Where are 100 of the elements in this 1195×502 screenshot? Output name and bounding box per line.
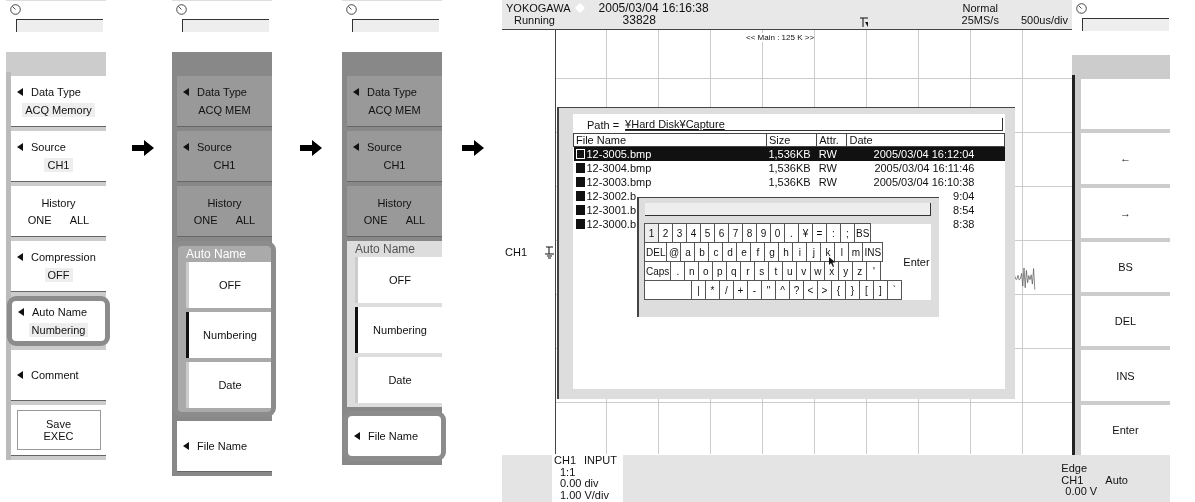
file-date: 8:38 bbox=[952, 217, 976, 231]
option-label: ONE bbox=[193, 213, 218, 226]
popup-option[interactable]: OFF bbox=[186, 262, 271, 308]
menu-item-label: File Name bbox=[197, 440, 248, 452]
popup-option[interactable]: Date bbox=[186, 362, 271, 408]
left-triangle-icon bbox=[18, 307, 24, 316]
file-row[interactable]: 12-3004.bmp 1,536KB RW 2005/03/04 16:11:46 bbox=[573, 161, 1005, 175]
acquisition-count: 33828 bbox=[621, 14, 657, 26]
popup-option[interactable]: Numbering bbox=[186, 312, 271, 358]
menu-item[interactable]: Source CH1 bbox=[11, 131, 106, 182]
menu-item[interactable]: Compression OFF bbox=[11, 241, 106, 292]
file-row[interactable]: 12-3003.bmp 1,536KB RW 2005/03/04 16:10:38 bbox=[573, 175, 1005, 189]
menu-item-label: Data Type bbox=[31, 85, 81, 98]
file-name: 12-3001.b bbox=[586, 203, 637, 217]
menu-item[interactable]: Auto Name Numbering bbox=[7, 296, 110, 346]
right-arrow-icon bbox=[462, 140, 484, 156]
file-row[interactable]: 12-3002.b 9:04 bbox=[573, 189, 1005, 203]
time-base: 500us/div bbox=[1020, 14, 1068, 27]
menu-item-label: File Name bbox=[368, 430, 419, 442]
menu-item-value: CH1 bbox=[44, 157, 73, 172]
channel-label: CH1 bbox=[505, 246, 527, 258]
option-label: ALL bbox=[235, 213, 256, 226]
menu-item[interactable]: File Name bbox=[177, 421, 272, 472]
left-triangle-icon bbox=[353, 142, 359, 151]
file-attribute: RW bbox=[817, 175, 838, 189]
menu-item-label: Compression bbox=[31, 250, 96, 263]
menu-item-label: Auto Name bbox=[32, 305, 88, 318]
sample-rate: 25MS/s bbox=[961, 14, 999, 26]
menu-item[interactable]: Comment bbox=[11, 350, 106, 401]
menu-item[interactable]: History ONE ALL bbox=[177, 186, 272, 237]
soft-key[interactable]: DEL bbox=[1081, 296, 1170, 347]
option-label: ONE bbox=[27, 213, 52, 226]
keyboard-key[interactable]: DEL bbox=[644, 242, 668, 262]
enter-key[interactable]: Enter bbox=[902, 224, 931, 300]
popup-option[interactable]: Numbering bbox=[355, 307, 442, 353]
right-arrow-icon bbox=[132, 140, 154, 156]
left-triangle-icon bbox=[183, 442, 189, 450]
option-label: ALL bbox=[69, 213, 90, 226]
file-row[interactable]: 12-3005.bmp 1,536KB RW 2005/03/04 16:12:04 bbox=[573, 146, 1005, 161]
menu-item[interactable]: Data Type ACQ Memory bbox=[11, 76, 106, 127]
keyboard-key[interactable]: INS bbox=[862, 242, 884, 262]
ground-marker-icon bbox=[545, 245, 555, 259]
menu-item[interactable]: Source CH1 bbox=[347, 131, 442, 182]
popup-title: Auto Name bbox=[355, 242, 416, 256]
left-triangle-icon bbox=[183, 87, 189, 96]
text-input-field[interactable] bbox=[645, 203, 931, 216]
pointer-icon bbox=[829, 257, 837, 267]
menu-item[interactable]: Source CH1 bbox=[177, 131, 272, 182]
path-value: ¥Hard Disk¥Capture bbox=[625, 118, 1003, 131]
soft-key[interactable]: INS bbox=[1081, 350, 1170, 401]
column-header: Size bbox=[766, 133, 817, 147]
knob-icon bbox=[1076, 3, 1087, 14]
option-label: ALL bbox=[405, 213, 426, 226]
left-triangle-icon bbox=[17, 142, 23, 151]
left-triangle-icon bbox=[183, 142, 189, 151]
right-arrow-icon bbox=[300, 140, 322, 156]
soft-key[interactable]: BS bbox=[1081, 241, 1170, 293]
menu-item[interactable]: Data Type ACQ MEM bbox=[177, 76, 272, 127]
menu-item[interactable]: Data Type ACQ MEM bbox=[347, 76, 442, 127]
menu-item-label: History bbox=[207, 196, 242, 209]
trigger-marker-icon bbox=[858, 16, 869, 28]
trigger-type: Edge bbox=[1061, 463, 1089, 475]
soft-key[interactable]: Enter bbox=[1081, 404, 1170, 455]
menu-item[interactable]: History ONE ALL bbox=[11, 186, 106, 237]
trigger-mode: Auto bbox=[1105, 474, 1128, 486]
channel-setting: 1.00 V/div bbox=[559, 489, 610, 501]
column-header: Date bbox=[846, 133, 1005, 147]
menu-item-label: History bbox=[377, 196, 412, 209]
left-triangle-icon bbox=[353, 87, 359, 96]
trigger-source: CH1 bbox=[1061, 474, 1084, 486]
knob-icon bbox=[346, 4, 357, 15]
keyboard-key[interactable]: BS bbox=[854, 223, 872, 243]
path-label: Path = bbox=[587, 119, 620, 131]
menu-item-label: Source bbox=[31, 140, 66, 153]
left-triangle-icon bbox=[354, 432, 360, 440]
channel-setting: 0.00 div bbox=[559, 478, 600, 490]
file-name: 12-3004.bmp bbox=[586, 161, 652, 175]
exec-button[interactable]: Save EXEC bbox=[16, 410, 101, 450]
popup-title: Auto Name bbox=[186, 247, 247, 261]
file-date: 2005/03/04 16:10:38 bbox=[872, 175, 976, 189]
brand-name: YOKOGAWA bbox=[506, 2, 571, 14]
popup-option[interactable]: Date bbox=[355, 357, 442, 403]
keyboard-key[interactable]: Caps bbox=[644, 261, 672, 281]
file-row[interactable]: 12-3001.b 8:54 bbox=[573, 203, 1005, 217]
run-status: Running bbox=[513, 14, 556, 26]
keyboard-key[interactable]: ` bbox=[887, 280, 902, 300]
left-triangle-icon bbox=[17, 87, 23, 96]
acquisition-mode: Normal bbox=[962, 2, 998, 14]
left-triangle-icon bbox=[17, 252, 23, 261]
menu-item[interactable]: History ONE ALL bbox=[347, 186, 442, 237]
input-coupling: INPUT bbox=[584, 455, 617, 467]
file-date: 9:04 bbox=[952, 189, 976, 203]
channel-setting: 1:1 bbox=[559, 466, 577, 478]
menu-item-label: Data Type bbox=[197, 85, 247, 98]
soft-key[interactable]: ← bbox=[1081, 133, 1170, 184]
column-header: Attr. bbox=[816, 133, 847, 147]
menu-item[interactable]: File Name bbox=[343, 411, 446, 461]
file-date: 2005/03/04 16:11:46 bbox=[846, 161, 1005, 175]
soft-key[interactable]: → bbox=[1081, 187, 1170, 238]
popup-option[interactable]: OFF bbox=[355, 257, 442, 303]
